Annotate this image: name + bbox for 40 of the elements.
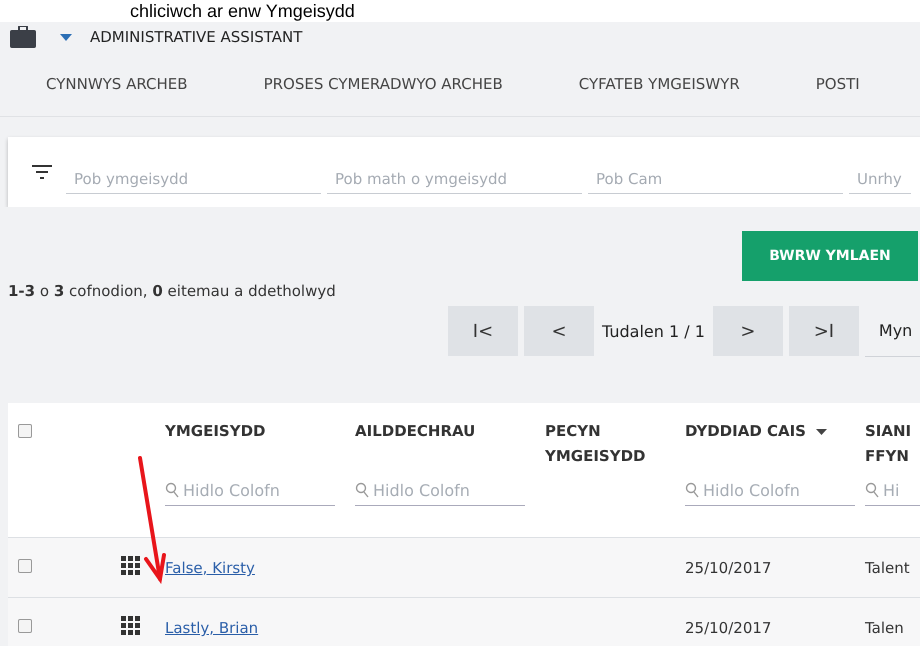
caret-icon[interactable] xyxy=(60,34,72,40)
tab[interactable]: CYNNWYS ARCHEB xyxy=(8,64,226,104)
caption-text: chliciwch ar enw Ymgeisydd xyxy=(130,1,355,21)
next-page-button[interactable]: > xyxy=(712,306,783,356)
column-header[interactable]: SIANI FFYN xyxy=(865,419,920,469)
filter-dropdown[interactable]: Unrhy xyxy=(849,164,911,194)
grid-menu-icon[interactable] xyxy=(121,616,141,636)
column-header[interactable]: YMGEISYDD xyxy=(165,419,266,444)
search-icon xyxy=(685,482,699,498)
column-header[interactable]: DYDDIAD CAIS xyxy=(685,419,806,444)
row-checkbox[interactable] xyxy=(18,619,32,633)
briefcase-icon xyxy=(10,26,36,48)
table-cell-text: Talen xyxy=(865,618,904,639)
first-page-button[interactable]: I< xyxy=(448,306,518,356)
table-cell-text: 25/10/2017 xyxy=(685,558,772,579)
tab[interactable]: PROSES CYMERADWYO ARCHEB xyxy=(226,64,541,104)
applicant-link[interactable]: False, Kirsty xyxy=(165,554,255,582)
search-icon xyxy=(355,482,369,498)
page-indicator: Tudalen 1 / 1 xyxy=(601,322,706,340)
go-to-dropdown[interactable]: Myn xyxy=(864,306,920,356)
filter-icon[interactable] xyxy=(32,165,52,179)
grid-menu-icon[interactable] xyxy=(121,556,141,576)
filter-dropdown[interactable]: Pob Cam xyxy=(588,164,843,194)
column-header[interactable]: PECYN YMGEISYDD xyxy=(545,419,665,469)
last-page-button[interactable]: >I xyxy=(788,306,859,356)
column-header[interactable]: AILDDECHRAU xyxy=(355,419,476,444)
sort-caret-icon[interactable] xyxy=(816,429,827,435)
filter-dropdown[interactable]: Pob ymgeisydd xyxy=(66,164,321,194)
job-title: ADMINISTRATIVE ASSISTANT xyxy=(90,28,302,46)
table-cell-text: Talent xyxy=(865,558,910,579)
search-icon xyxy=(165,482,179,498)
row-checkbox[interactable] xyxy=(18,559,32,573)
select-all-checkbox[interactable] xyxy=(18,424,32,438)
tab[interactable]: POSTI xyxy=(778,64,898,104)
filter-dropdown[interactable]: Pob math o ymgeisydd xyxy=(327,164,582,194)
tab[interactable]: CYFATEB YMGEISWYR xyxy=(540,64,778,104)
applicant-link[interactable]: Lastly, Brian xyxy=(165,614,258,642)
table-cell-text: 25/10/2017 xyxy=(685,618,772,639)
search-icon xyxy=(865,482,879,498)
previous-page-button[interactable]: < xyxy=(524,306,594,356)
